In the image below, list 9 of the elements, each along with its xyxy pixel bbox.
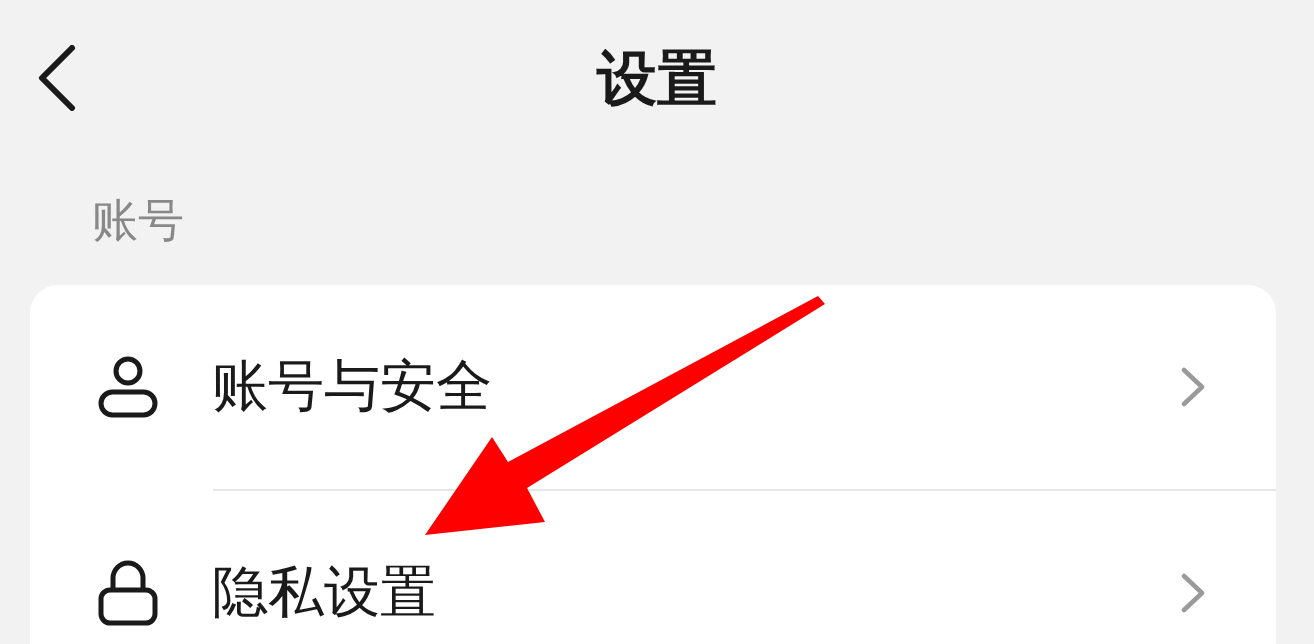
section-label: 账号	[92, 192, 184, 248]
chevron-right-icon	[1180, 367, 1206, 407]
settings-item[interactable]: 账号与安全	[30, 285, 1276, 489]
back-chevron-icon	[38, 45, 76, 111]
person-icon	[98, 356, 158, 418]
page-title: 设置	[597, 42, 717, 114]
lock-icon	[98, 560, 158, 626]
chevron-right-icon	[1180, 573, 1206, 613]
settings-item[interactable]: 隐私设置	[30, 491, 1276, 644]
